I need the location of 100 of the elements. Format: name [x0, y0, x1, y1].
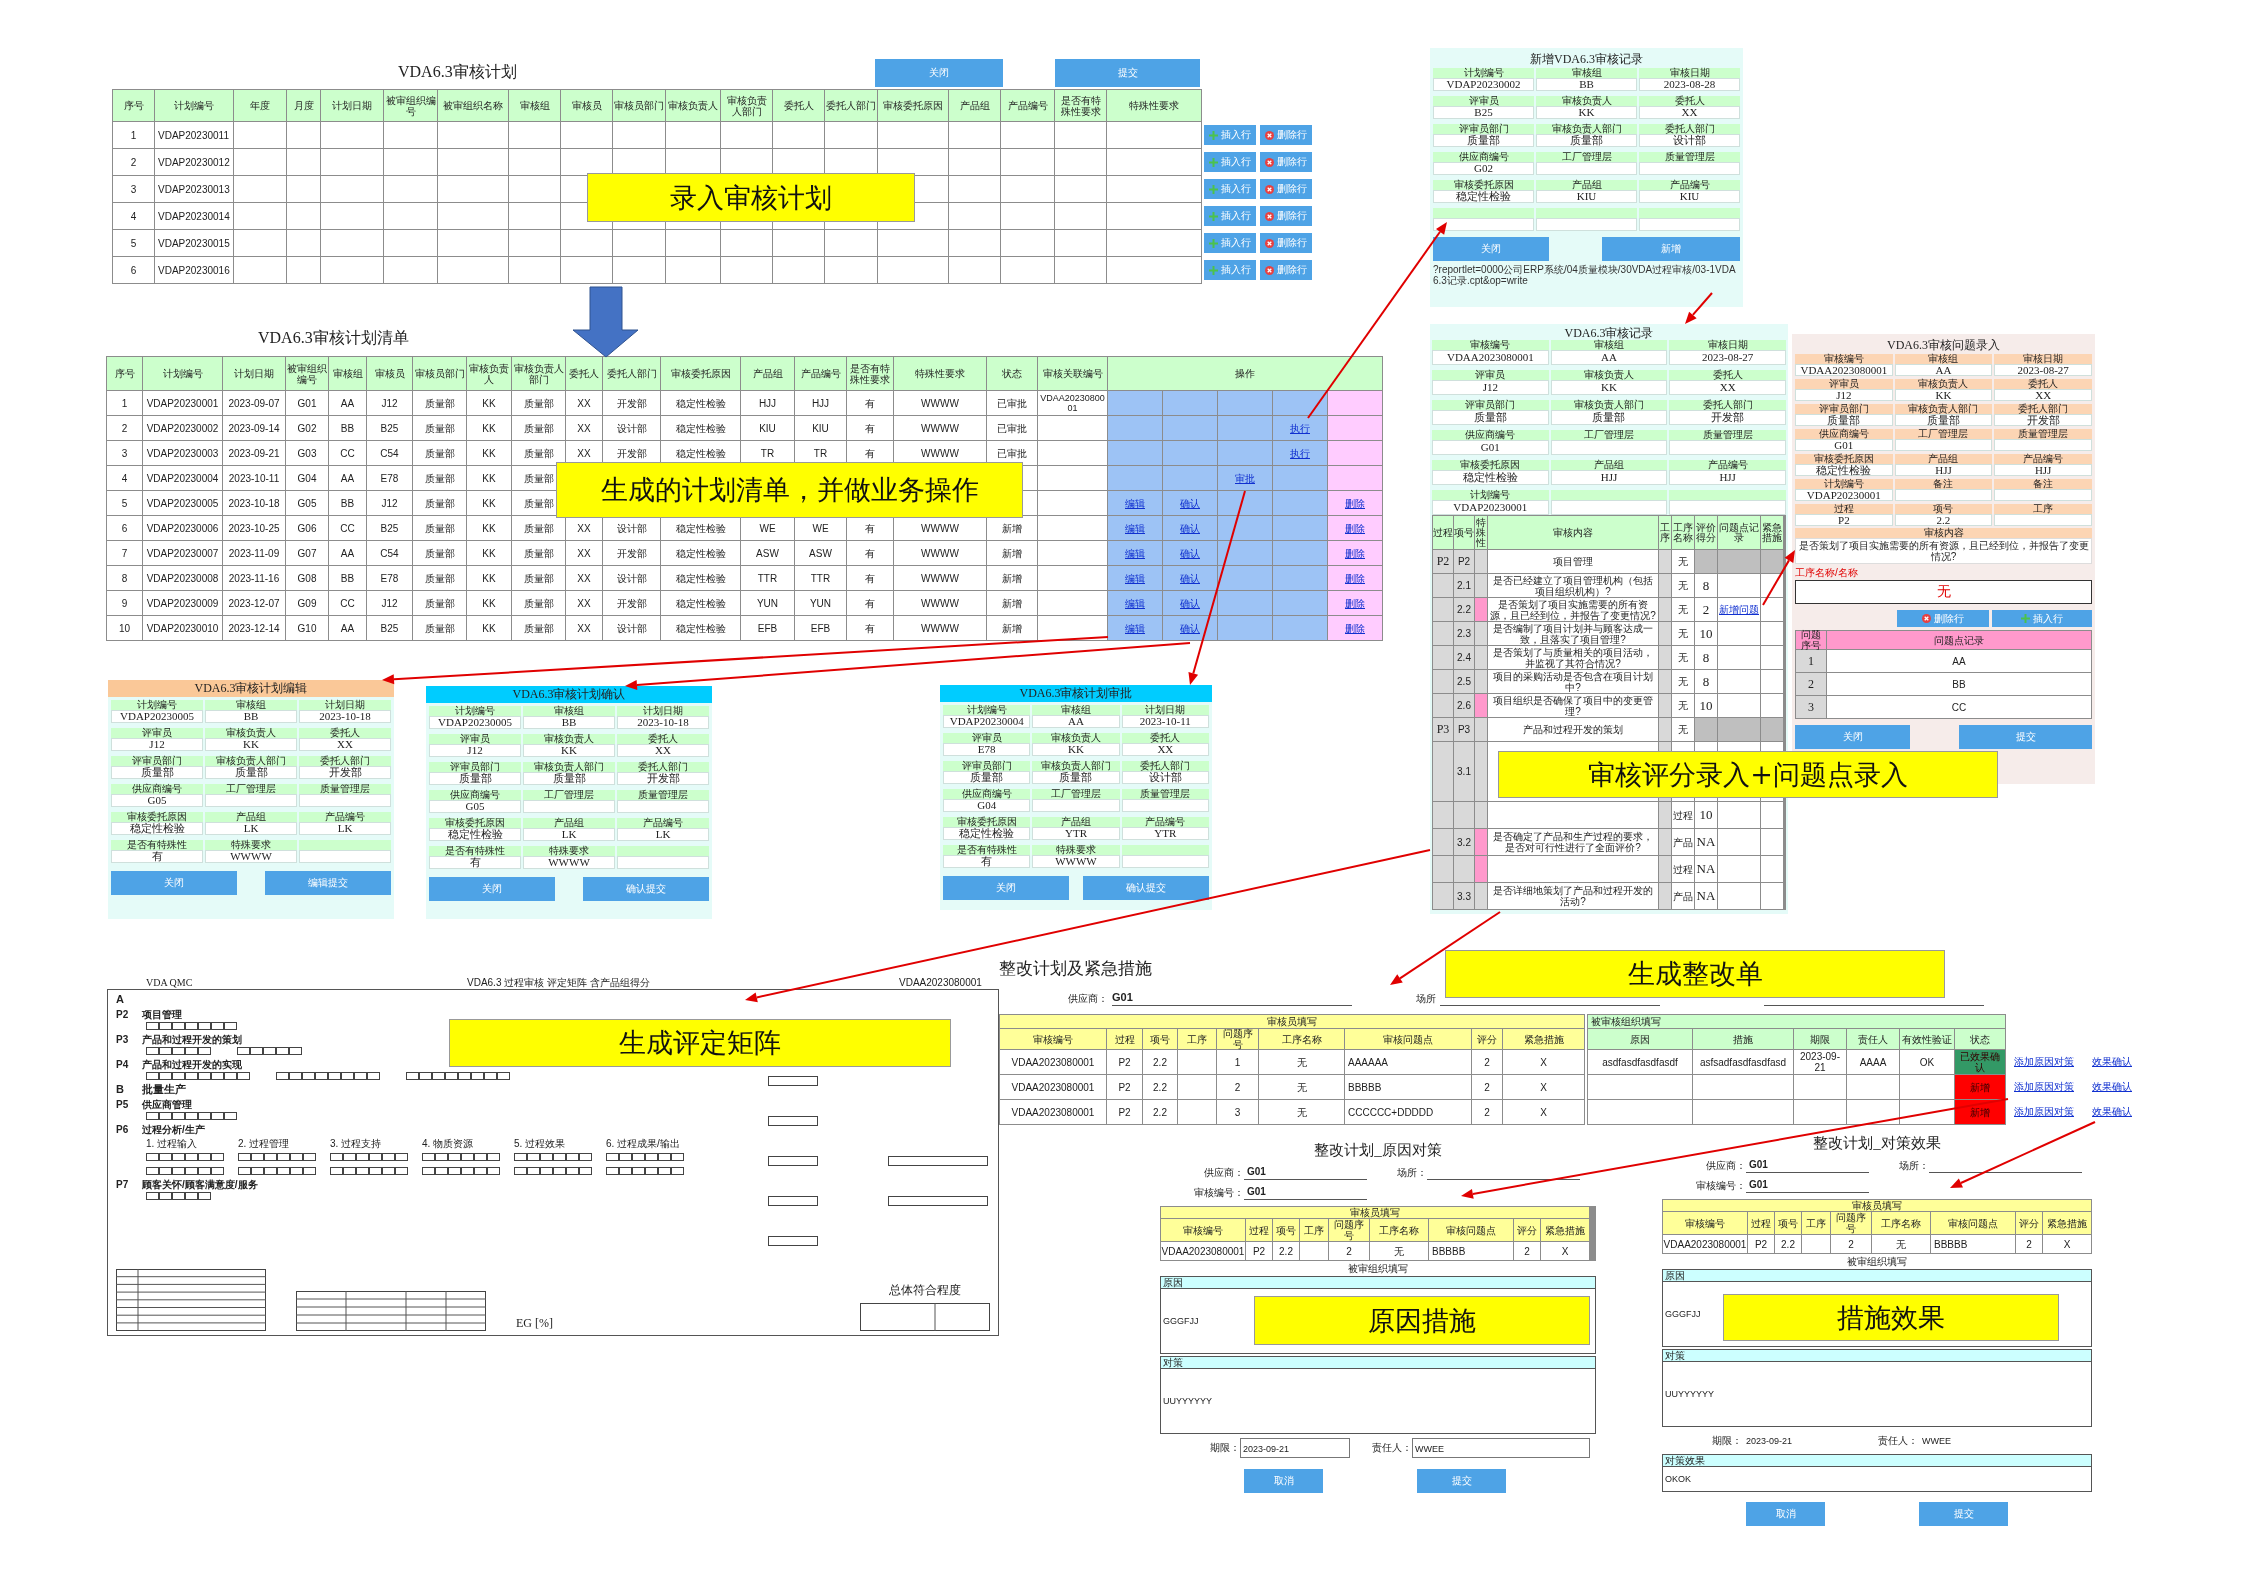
action-link[interactable]: 删除	[1345, 572, 1365, 584]
input-field[interactable]	[1894, 489, 1993, 501]
input-field[interactable]: 2023-10-18	[299, 710, 391, 723]
input-field[interactable]: 稳定性检验	[943, 827, 1031, 840]
input-field[interactable]: J12	[1795, 389, 1893, 401]
input-field[interactable]	[1536, 162, 1637, 175]
input-field[interactable]: 2.2	[1894, 514, 1993, 526]
action-link[interactable]: 确认	[1180, 572, 1200, 584]
input-field[interactable]: 质量部	[1432, 410, 1549, 425]
input-field[interactable]: BB	[1536, 78, 1637, 91]
action-link[interactable]: 审批	[1235, 472, 1255, 484]
input-field[interactable]: J12	[1432, 380, 1549, 395]
text-area[interactable]: UUYYYYYY	[1662, 1361, 2092, 1427]
action-link[interactable]: 编辑	[1125, 497, 1145, 509]
input-field[interactable]: VDAP20230001	[1795, 489, 1893, 501]
input-field[interactable]: J12	[111, 738, 203, 751]
input-field[interactable]: 质量部	[1536, 134, 1637, 147]
action-link[interactable]: 删除	[1345, 522, 1365, 534]
input-field[interactable]: 2023-09-21	[1240, 1438, 1350, 1458]
input-field[interactable]	[617, 856, 709, 869]
action-link[interactable]: 编辑	[1125, 522, 1145, 534]
input-field[interactable]: HJJ	[1894, 464, 1993, 476]
action-link[interactable]: 编辑	[1125, 597, 1145, 609]
input-field[interactable]	[1994, 489, 2092, 501]
input-field[interactable]: XX	[1994, 389, 2092, 401]
input-field[interactable]: 开发部	[299, 766, 391, 779]
input-field[interactable]: LK	[617, 828, 709, 841]
input-field[interactable]	[205, 794, 297, 807]
input-field[interactable]	[1669, 500, 1786, 515]
input-field[interactable]: VDAA2023080001	[1432, 350, 1549, 365]
input-field[interactable]	[1121, 799, 1209, 812]
input-field[interactable]: 2023-10-11	[1121, 715, 1209, 728]
add-issue-link[interactable]: 新增问题	[1719, 604, 1759, 615]
input-field[interactable]: XX	[617, 744, 709, 757]
input-field[interactable]	[1121, 855, 1209, 868]
input-field[interactable]: 2023-08-27	[1669, 350, 1786, 365]
input-field[interactable]: 设计部	[1121, 771, 1209, 784]
action-link[interactable]: 删除	[1345, 597, 1365, 609]
input-field[interactable]: 开发部	[617, 772, 709, 785]
action-link[interactable]: 编辑	[1125, 572, 1145, 584]
input-field[interactable]: XX	[1669, 380, 1786, 395]
input-field[interactable]: VDAP20230001	[1432, 500, 1549, 515]
input-field[interactable]: WWEE	[1412, 1438, 1590, 1458]
action-link[interactable]: 确认	[1180, 522, 1200, 534]
input-field[interactable]: 2023-08-28	[1639, 78, 1740, 91]
input-field[interactable]: 稳定性检验	[111, 822, 203, 835]
action-link[interactable]: 编辑	[1125, 547, 1145, 559]
input-field[interactable]: 有	[111, 850, 203, 863]
action-link[interactable]: 删除	[1345, 622, 1365, 634]
fill-in-line[interactable]: G01	[1244, 1166, 1367, 1180]
input-field[interactable]: BB	[205, 710, 297, 723]
action-link[interactable]: 编辑	[1125, 622, 1145, 634]
input-field[interactable]: WWWW	[205, 850, 297, 863]
input-field[interactable]: 质量部	[1032, 771, 1120, 784]
input-field[interactable]: 质量部	[111, 766, 203, 779]
input-field[interactable]: 稳定性检验	[429, 828, 521, 841]
input-field[interactable]: 开发部	[1994, 414, 2092, 426]
input-field[interactable]: HJJ	[1994, 464, 2092, 476]
action-link[interactable]: 确认	[1180, 622, 1200, 634]
action-link[interactable]: 添加原因对策	[2014, 1104, 2074, 1119]
input-field[interactable]: AA	[1894, 364, 1993, 376]
input-field[interactable]	[1639, 218, 1740, 231]
input-field[interactable]	[617, 800, 709, 813]
input-field[interactable]: AA	[1032, 715, 1120, 728]
input-field[interactable]: G04	[943, 799, 1031, 812]
input-field[interactable]: 质量部	[429, 772, 521, 785]
input-field[interactable]	[1032, 799, 1120, 812]
input-field[interactable]: 质量部	[1795, 414, 1893, 426]
action-link[interactable]: 添加原因对策	[2014, 1054, 2074, 1069]
input-field[interactable]	[523, 800, 615, 813]
input-field[interactable]: 质量部	[943, 771, 1031, 784]
input-field[interactable]: KK	[1032, 743, 1120, 756]
action-link[interactable]: 删除	[1345, 547, 1365, 559]
input-field[interactable]: KK	[1894, 389, 1993, 401]
input-field[interactable]: G01	[1795, 439, 1893, 451]
input-field[interactable]: 2023-08-27	[1994, 364, 2092, 376]
input-field[interactable]: YTR	[1032, 827, 1120, 840]
input-field[interactable]: E78	[943, 743, 1031, 756]
input-field[interactable]: VDAA2023080001	[1795, 364, 1893, 376]
text-area[interactable]: UUYYYYYY	[1160, 1368, 1596, 1434]
input-field[interactable]: VDAP20230005	[111, 710, 203, 723]
input-field[interactable]	[1433, 218, 1534, 231]
input-field[interactable]: KK	[205, 738, 297, 751]
input-field[interactable]: J12	[429, 744, 521, 757]
input-field[interactable]: 质量部	[523, 772, 615, 785]
action-link[interactable]: 确认	[1180, 597, 1200, 609]
input-field[interactable]: KK	[1536, 106, 1637, 119]
input-field[interactable]	[1994, 439, 2092, 451]
action-link[interactable]: 效果确认	[2092, 1079, 2132, 1094]
input-field[interactable]: KIU	[1536, 190, 1637, 203]
input-field[interactable]: 质量部	[1894, 414, 1993, 426]
input-field[interactable]: XX	[1639, 106, 1740, 119]
input-field[interactable]: LK	[523, 828, 615, 841]
action-link[interactable]: 添加原因对策	[2014, 1079, 2074, 1094]
input-field[interactable]: XX	[299, 738, 391, 751]
input-field[interactable]: BB	[523, 716, 615, 729]
input-field[interactable]: G02	[1433, 162, 1534, 175]
input-field[interactable]: VDAP20230005	[429, 716, 521, 729]
action-link[interactable]: 确认	[1180, 497, 1200, 509]
input-field[interactable]: 稳定性检验	[1433, 190, 1534, 203]
